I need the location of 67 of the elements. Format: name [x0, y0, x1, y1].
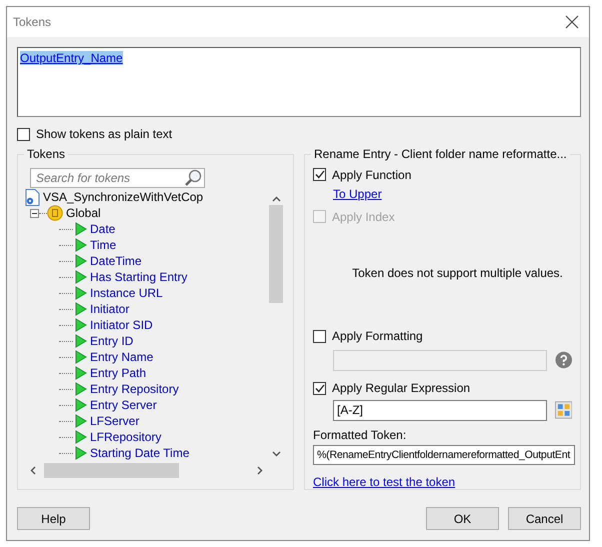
- scroll-right-icon[interactable]: [255, 466, 264, 475]
- play-icon: [75, 446, 87, 460]
- tree-item[interactable]: Global: [63, 206, 101, 220]
- help-icon[interactable]: [554, 351, 572, 370]
- play-icon: [75, 318, 87, 332]
- play-icon: [75, 366, 87, 380]
- tree-item[interactable]: Starting Date Time: [87, 446, 190, 460]
- checkbox[interactable]: [313, 330, 326, 343]
- tree-item[interactable]: Entry Name: [87, 350, 154, 364]
- test-token-link[interactable]: Click here to test the token: [313, 475, 456, 490]
- tree-item[interactable]: Date: [87, 222, 116, 236]
- checkbox-label: Apply Function: [332, 168, 412, 182]
- tree-item[interactable]: Has Starting Entry: [87, 270, 188, 284]
- grid-icon[interactable]: [554, 401, 572, 420]
- checkbox[interactable]: [313, 168, 326, 182]
- function-link[interactable]: To Upper: [333, 187, 382, 202]
- search-icon[interactable]: [184, 169, 202, 186]
- play-icon: [75, 382, 87, 396]
- tree-item[interactable]: Initiator SID: [87, 318, 153, 332]
- field-label: Formatted Token:: [313, 428, 406, 442]
- scroll-up-icon[interactable]: [272, 195, 280, 204]
- window-title: Tokens: [13, 15, 52, 29]
- scroll-left-icon[interactable]: [29, 466, 38, 475]
- cancel-button[interactable]: Cancel: [508, 507, 581, 530]
- checkbox[interactable]: [17, 128, 30, 140]
- play-icon: [75, 302, 87, 316]
- coin-icon: [47, 205, 63, 221]
- tree-item[interactable]: LFServer: [87, 414, 140, 428]
- tree-item[interactable]: Initiator: [87, 302, 130, 316]
- tree-item[interactable]: LFRepository: [87, 430, 162, 444]
- play-icon: [75, 398, 87, 412]
- formatted-token-field[interactable]: %(RenameEntryClientfoldernamereformatted_OutputEnt: [313, 444, 575, 466]
- scroll-down-icon[interactable]: [272, 449, 280, 458]
- tree-item[interactable]: DateTime: [87, 254, 142, 268]
- tree-item[interactable]: Instance URL: [87, 286, 163, 300]
- info-message: Token does not support multiple values.: [352, 266, 563, 280]
- tree-item[interactable]: Entry Server: [87, 398, 157, 412]
- search-field[interactable]: Search for tokens: [30, 168, 205, 188]
- tree-item[interactable]: Entry Path: [87, 366, 146, 380]
- format-field[interactable]: [333, 350, 547, 371]
- play-icon: [75, 430, 87, 444]
- tree-item[interactable]: Entry ID: [87, 334, 134, 348]
- checkbox-label: Apply Regular Expression: [332, 381, 470, 396]
- play-icon: [75, 254, 87, 268]
- checkbox-label: Apply Formatting: [332, 329, 423, 344]
- play-icon: [75, 238, 87, 252]
- token-text-field[interactable]: OutputEntry_Name: [17, 47, 581, 117]
- play-icon: [75, 334, 87, 348]
- tree-item[interactable]: Time: [87, 238, 116, 252]
- group-title: Rename Entry - Client folder name reformatte...: [311, 147, 570, 161]
- group-title: Tokens: [24, 147, 68, 161]
- checkbox-label: Apply Index: [332, 210, 395, 224]
- play-icon: [75, 414, 87, 428]
- close-icon[interactable]: [565, 15, 579, 29]
- tree-item[interactable]: Entry Repository: [87, 382, 179, 396]
- regex-field[interactable]: [A-Z]: [333, 400, 547, 421]
- collapse-icon[interactable]: [30, 208, 39, 218]
- token-link[interactable]: OutputEntry_Name: [20, 51, 123, 65]
- ok-button[interactable]: OK: [426, 507, 499, 530]
- checkbox-label: Show tokens as plain text: [36, 127, 172, 141]
- play-icon: [75, 270, 87, 284]
- tree-item[interactable]: VSA_SynchronizeWithVetCop: [40, 190, 204, 204]
- play-icon: [75, 222, 87, 236]
- help-button[interactable]: Help: [17, 507, 90, 530]
- play-icon: [75, 286, 87, 300]
- checkbox[interactable]: [313, 382, 326, 395]
- play-icon: [75, 350, 87, 364]
